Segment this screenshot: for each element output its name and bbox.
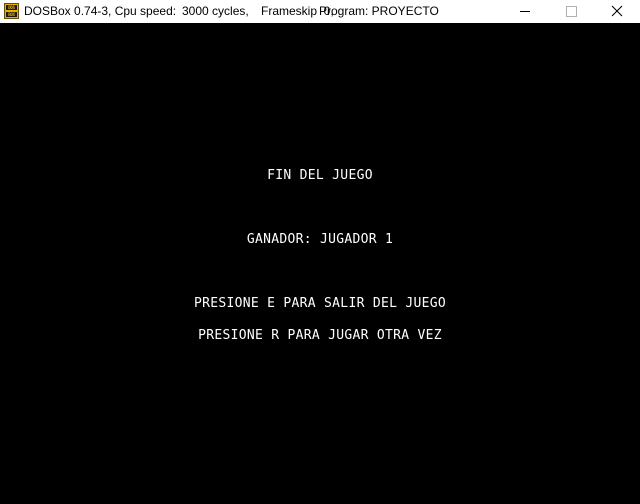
- close-icon: [611, 5, 623, 17]
- window-title-app: DOSBox 0.74-3, Cpu speed:: [24, 4, 177, 18]
- close-button[interactable]: [594, 0, 640, 23]
- dosbox-window: DOS BOX DOSBox 0.74-3, Cpu speed: 3000 c…: [0, 0, 640, 504]
- maximize-button[interactable]: [548, 0, 594, 23]
- dos-screen[interactable]: FIN DEL JUEGO GANADOR: JUGADOR 1 PRESION…: [0, 23, 640, 504]
- exit-prompt: PRESIONE E PARA SALIR DEL JUEGO: [194, 296, 446, 311]
- window-title-cycles: 3000 cycles,: [182, 4, 249, 18]
- winner-text: GANADOR: JUGADOR 1: [246, 232, 394, 247]
- game-over-title: FIN DEL JUEGO: [267, 168, 373, 183]
- window-title-program: Program: PROYECTO: [319, 4, 439, 18]
- dosbox-icon[interactable]: DOS BOX: [4, 3, 19, 19]
- maximize-icon: [566, 6, 577, 17]
- replay-prompt: PRESIONE R PARA JUGAR OTRA VEZ: [198, 328, 442, 343]
- minimize-icon: [520, 11, 530, 12]
- minimize-button[interactable]: [502, 0, 548, 23]
- title-bar[interactable]: DOS BOX DOSBox 0.74-3, Cpu speed: 3000 c…: [0, 0, 640, 23]
